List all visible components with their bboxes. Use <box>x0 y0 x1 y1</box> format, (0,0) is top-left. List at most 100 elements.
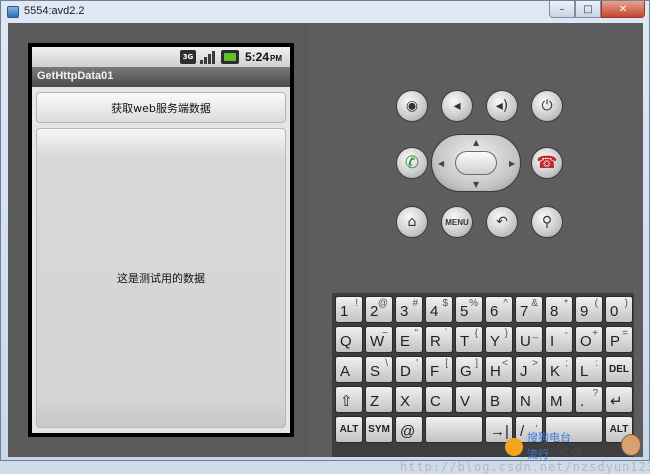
key-symbol-4-2[interactable]: @ <box>395 416 423 443</box>
key-6-0-5[interactable]: 6 ^ <box>485 296 513 323</box>
dpad-right-icon[interactable]: ▶ <box>509 159 515 168</box>
key-label: O <box>580 333 592 350</box>
volume-down-icon[interactable]: ◂ <box>441 90 473 122</box>
key-k-2-7[interactable]: K; <box>545 356 573 383</box>
key-z-3-1[interactable]: Z <box>365 386 393 413</box>
key-label: B <box>490 393 501 410</box>
key-alt-label: \ <box>385 358 388 369</box>
dpad-left-icon[interactable]: ◀ <box>438 159 444 168</box>
back-icon[interactable]: ↶ <box>486 206 518 238</box>
home-icon[interactable]: ⌂ <box>396 206 428 238</box>
status-bar: 3G 5:24PM <box>32 47 290 67</box>
key-2-0-1[interactable]: 2 @ <box>365 296 393 323</box>
key-5-0-4[interactable]: 5% <box>455 296 483 323</box>
dpad-down-icon[interactable]: ▼ <box>473 180 479 189</box>
key-c-3-3[interactable]: C <box>425 386 453 413</box>
battery-icon <box>221 50 239 64</box>
key-g-2-4[interactable]: G] <box>455 356 483 383</box>
key-1-0-0[interactable]: 1! <box>335 296 363 323</box>
key-symbol-3-8[interactable]: .? <box>575 386 603 413</box>
key-l-2-8[interactable]: L: <box>575 356 603 383</box>
key-o-1-8[interactable]: O + <box>575 326 603 353</box>
key-space-4-3[interactable] <box>425 416 483 443</box>
end-call-icon[interactable]: ☎ <box>531 147 563 179</box>
clock: 5:24PM <box>245 50 282 64</box>
key-label: 6 <box>490 303 499 320</box>
dpad-up-icon[interactable]: ▲ <box>473 138 479 147</box>
window-title: 5554:avd2.2 <box>24 5 85 17</box>
key-b-3-5[interactable]: B <box>485 386 513 413</box>
key-e-1-2[interactable]: E " <box>395 326 423 353</box>
key-u-1-6[interactable]: U _ <box>515 326 543 353</box>
key-label: X <box>400 393 411 410</box>
call-icon[interactable]: ✆ <box>396 147 428 179</box>
key-x-3-2[interactable]: X <box>395 386 423 413</box>
key-alt-label: ( <box>594 298 598 309</box>
camera-icon[interactable]: ◉ <box>396 90 428 122</box>
key-h-2-5[interactable]: H < <box>485 356 513 383</box>
key-label: 9 <box>580 303 589 320</box>
key-q-1-0[interactable]: Q <box>335 326 363 353</box>
key-alt-label: ~ <box>382 328 388 339</box>
network-3g-icon: 3G <box>180 50 196 64</box>
ime-widget: 搜狗电台 流行 ◁ ◁) <box>505 428 645 462</box>
key-y-1-5[interactable]: Y} <box>485 326 513 353</box>
key-label: 3 <box>400 303 409 320</box>
maximize-button[interactable]: □ <box>575 1 601 18</box>
key-m-3-7[interactable]: M <box>545 386 573 413</box>
key-7-0-6[interactable]: 7 & <box>515 296 543 323</box>
dpad[interactable]: ▲ ▼ ◀ ▶ <box>431 134 521 192</box>
key-symbol-3-9[interactable]: ↵ <box>605 386 633 413</box>
search-icon[interactable]: ⚲ <box>531 206 563 238</box>
key-symbol-3-0[interactable]: ⇧ <box>335 386 363 413</box>
ime-controls[interactable]: ◁ ◁) <box>559 446 581 457</box>
key-f-2-3[interactable]: F[ <box>425 356 453 383</box>
key-alt-label: < <box>502 358 508 369</box>
volume-up-icon[interactable]: ◂) <box>486 90 518 122</box>
key-r-1-3[interactable]: R ` <box>425 326 453 353</box>
key-alt-label: ` <box>444 328 448 339</box>
key-p-1-9[interactable]: P = <box>605 326 633 353</box>
key-9-0-8[interactable]: 9( <box>575 296 603 323</box>
fetch-data-button[interactable]: 获取web服务端数据 <box>36 92 286 123</box>
key-d-2-2[interactable]: D ' <box>395 356 423 383</box>
title-bar: 5554:avd2.2 – □ ✕ <box>1 1 649 23</box>
device-screen[interactable]: 3G 5:24PM GetHttpData01 获取web服务端数据 这是测试用… <box>32 47 290 433</box>
key-label: D <box>400 363 411 380</box>
key-alt-4-0[interactable]: ALT <box>335 416 363 443</box>
key-3-0-2[interactable]: 3 # <box>395 296 423 323</box>
key-8-0-7[interactable]: 8 * <box>545 296 573 323</box>
screen-bezel: 3G 5:24PM GetHttpData01 获取web服务端数据 这是测试用… <box>28 43 294 437</box>
key-sym-4-1[interactable]: SYM <box>365 416 393 443</box>
app-window-icon <box>7 6 19 18</box>
key-n-3-6[interactable]: N <box>515 386 543 413</box>
key-w-1-1[interactable]: W ~ <box>365 326 393 353</box>
signal-icon <box>200 50 216 64</box>
mascot-icon <box>621 434 641 456</box>
emulator-window: 5554:avd2.2 – □ ✕ 3G 5:24PM GetHttpData0… <box>0 0 650 474</box>
key-label: E <box>400 333 411 350</box>
key-del-2-9[interactable]: DEL <box>605 356 633 383</box>
key-alt-label: $ <box>442 298 448 309</box>
minimize-button[interactable]: – <box>549 1 575 18</box>
controls-pane: ◉ ◂ ◂) ⏻ ✆ ▲ ▼ ◀ ▶ ☎ ⌂ MENU ↶ ⚲ 1! 2 @3 #4 $… <box>310 23 643 457</box>
key-label: 7 <box>520 303 529 320</box>
key-label: ALT <box>339 424 359 435</box>
key-alt-label: { <box>474 328 478 339</box>
close-button[interactable]: ✕ <box>601 1 645 18</box>
sogou-logo-icon <box>505 438 523 456</box>
key-v-3-4[interactable]: V <box>455 386 483 413</box>
key-alt-label: = <box>622 328 628 339</box>
emulator-client: 3G 5:24PM GetHttpData01 获取web服务端数据 这是测试用… <box>8 23 650 474</box>
clock-ampm: PM <box>270 54 282 63</box>
key-4-0-3[interactable]: 4 $ <box>425 296 453 323</box>
key-0-0-9[interactable]: 0) <box>605 296 633 323</box>
key-t-1-4[interactable]: T{ <box>455 326 483 353</box>
dpad-center-button[interactable] <box>455 151 497 175</box>
key-a-2-0[interactable]: A <box>335 356 363 383</box>
key-i-1-7[interactable]: I- <box>545 326 573 353</box>
power-icon[interactable]: ⏻ <box>531 90 563 122</box>
key-s-2-1[interactable]: S \ <box>365 356 393 383</box>
menu-button[interactable]: MENU <box>441 206 473 238</box>
key-j-2-6[interactable]: J > <box>515 356 543 383</box>
